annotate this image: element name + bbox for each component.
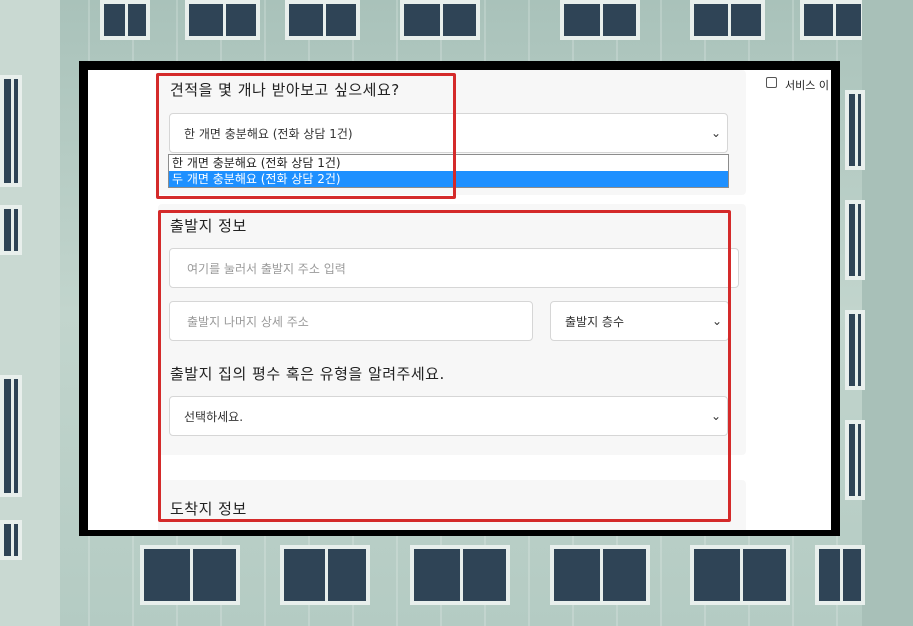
service-checkbox[interactable] xyxy=(766,77,777,88)
annotation-box-origin-section xyxy=(158,210,731,522)
annotation-box-quote-count xyxy=(156,73,456,199)
chevron-down-icon: ⌄ xyxy=(710,126,721,140)
service-checkbox-label: 서비스 이 xyxy=(785,79,829,92)
form-screen: 견적을 몇 개나 받아보고 싶으세요? 한 개면 충분해요 (전화 상담 1건)… xyxy=(88,70,831,530)
